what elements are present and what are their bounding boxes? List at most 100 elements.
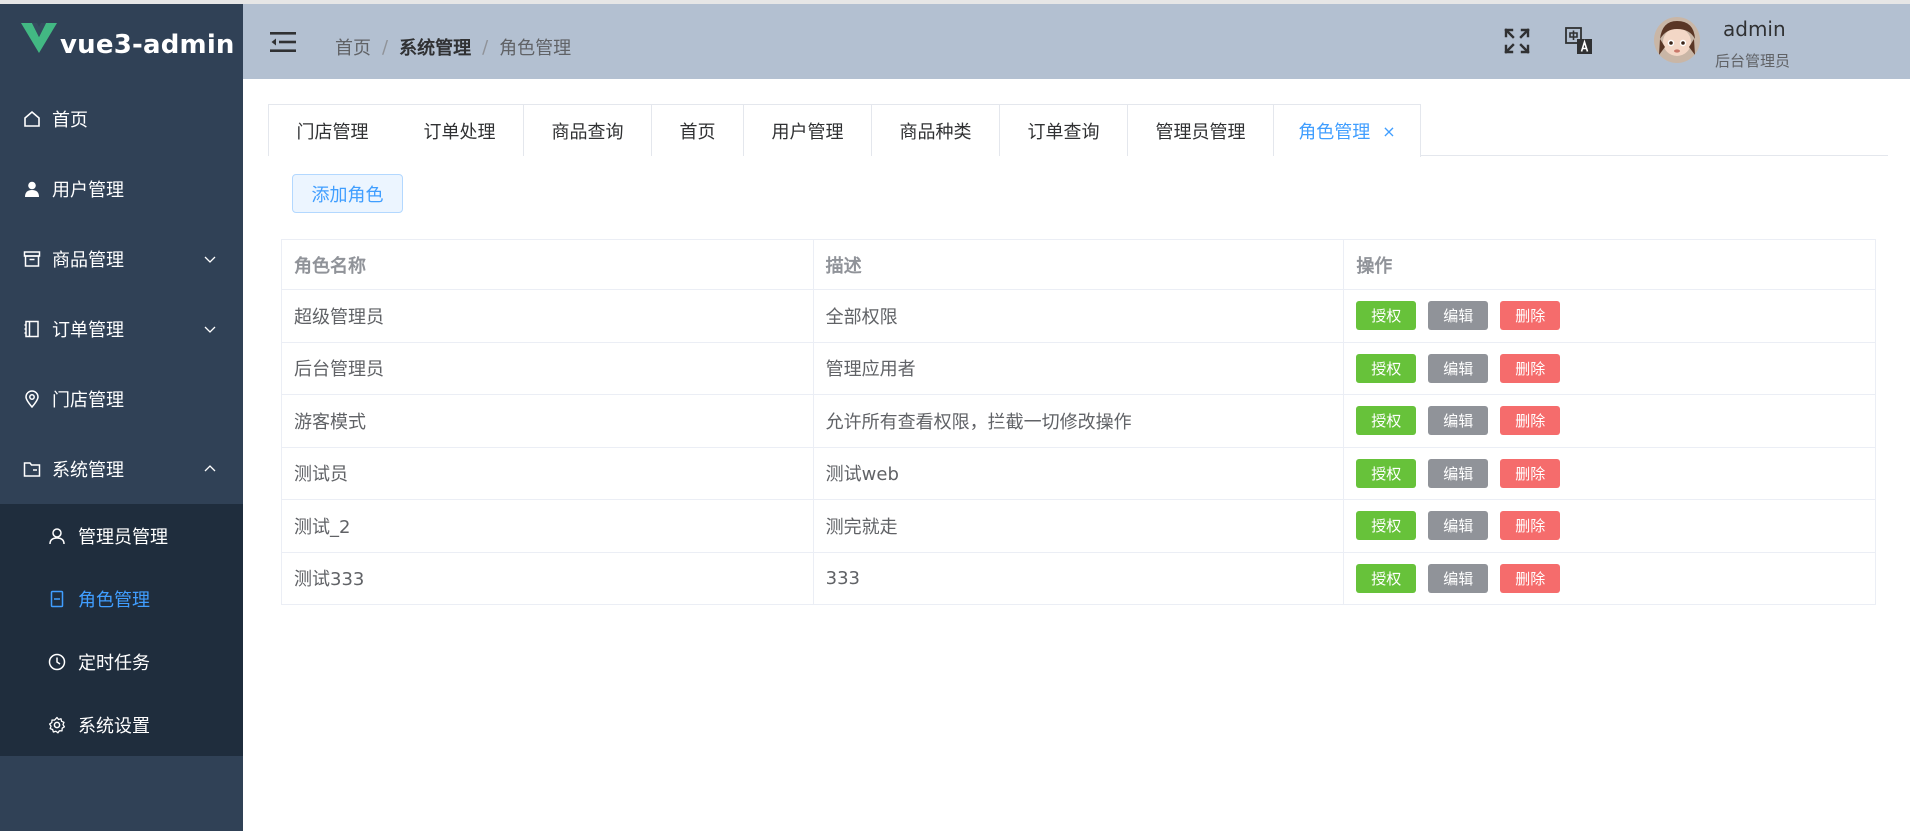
sidebar-item-stores[interactable]: 门店管理 — [0, 364, 243, 434]
role-name-cell: 测试员 — [281, 446, 814, 500]
tab-label: 商品种类 — [899, 121, 972, 143]
chevron-down-icon — [204, 256, 216, 263]
app-root: vue3-admin 首页 用户管理 商品管理 订单管理 门店管理 系统管理 管… — [0, 0, 1910, 831]
avatar[interactable] — [1654, 17, 1700, 63]
breadcrumb-separator: / — [382, 36, 389, 58]
tab-admins[interactable]: 管理员管理 — [1128, 104, 1274, 156]
breadcrumb: 首页 / 系统管理 / 角色管理 — [335, 34, 571, 60]
tab-order-query[interactable]: 订单查询 — [1000, 104, 1128, 156]
language-icon[interactable] — [1564, 26, 1594, 56]
tab-goods-category[interactable]: 商品种类 — [872, 104, 1000, 156]
edit-button[interactable]: 编辑 — [1428, 353, 1489, 383]
add-role-button[interactable]: 添加角色 — [292, 174, 403, 213]
clock-icon — [47, 652, 67, 672]
sidebar-item-label: 门店管理 — [52, 390, 124, 411]
fullscreen-icon[interactable] — [1502, 26, 1532, 56]
grant-button[interactable]: 授权 — [1356, 301, 1417, 331]
role-name-cell: 测试333 — [281, 551, 814, 605]
gear-icon — [47, 715, 67, 735]
roles-table: 角色名称 描述 操作 超级管理员 全部权限 授权 编辑 删除 后台管理员 管理应用者… — [281, 239, 1876, 605]
edit-button[interactable]: 编辑 — [1428, 301, 1489, 331]
sidebar-item-orders[interactable]: 订单管理 — [0, 294, 243, 364]
column-header-actions: 操作 — [1343, 239, 1876, 290]
edit-button[interactable]: 编辑 — [1428, 563, 1489, 593]
sidebar-item-goods[interactable]: 商品管理 — [0, 224, 243, 294]
sidebar-item-home[interactable]: 首页 — [0, 84, 243, 154]
sidebar-item-system[interactable]: 系统管理 — [0, 434, 243, 504]
breadcrumb-home[interactable]: 首页 — [335, 34, 371, 60]
tab-label: 角色管理 — [1298, 122, 1371, 143]
sidebar-item-label: 用户管理 — [52, 180, 124, 201]
grant-button[interactable]: 授权 — [1356, 406, 1417, 436]
grant-button[interactable]: 授权 — [1356, 511, 1417, 541]
tickets-icon — [47, 589, 67, 609]
sidebar-item-label: 角色管理 — [78, 589, 150, 611]
sidebar-item-label: 首页 — [52, 110, 88, 131]
sidebar-item-label: 系统设置 — [78, 715, 150, 737]
notebook-icon — [22, 319, 42, 339]
delete-button[interactable]: 删除 — [1500, 353, 1561, 383]
delete-button[interactable]: 删除 — [1500, 301, 1561, 331]
close-icon[interactable]: × — [1382, 122, 1395, 141]
folder-icon — [22, 459, 42, 479]
sidebar: vue3-admin 首页 用户管理 商品管理 订单管理 门店管理 系统管理 管… — [0, 0, 243, 831]
sidebar-item-roles[interactable]: 角色管理 — [0, 567, 243, 630]
tab-users[interactable]: 用户管理 — [744, 104, 872, 156]
user-role: 后台管理员 — [1715, 52, 1791, 70]
collapse-menu-icon[interactable] — [270, 30, 298, 54]
tab-stores[interactable]: 门店管理 — [268, 104, 397, 156]
tab-goods-query[interactable]: 商品查询 — [524, 104, 652, 156]
role-desc-cell: 测试web — [812, 446, 1345, 500]
tab-label: 首页 — [679, 121, 716, 143]
delete-button[interactable]: 删除 — [1500, 458, 1561, 488]
role-name-cell: 游客模式 — [281, 394, 814, 448]
chevron-up-icon — [204, 465, 216, 472]
edit-button[interactable]: 编辑 — [1428, 458, 1489, 488]
edit-button[interactable]: 编辑 — [1428, 511, 1489, 541]
user-outline-icon — [47, 526, 67, 546]
table-row: 后台管理员 管理应用者 授权 编辑 删除 — [281, 341, 1876, 395]
user-name[interactable]: admin — [1723, 17, 1786, 41]
table-row: 测试333 333 授权 编辑 删除 — [281, 551, 1876, 605]
role-desc-cell: 允许所有查看权限，拦截一切修改操作 — [812, 394, 1345, 448]
delete-button[interactable]: 删除 — [1500, 406, 1561, 436]
breadcrumb-system[interactable]: 系统管理 — [399, 34, 471, 60]
table-row: 超级管理员 全部权限 授权 编辑 删除 — [281, 289, 1876, 343]
edit-button[interactable]: 编辑 — [1428, 406, 1489, 436]
top-border — [0, 0, 1910, 4]
logo[interactable]: vue3-admin — [0, 4, 243, 80]
actions-cell: 授权 编辑 删除 — [1343, 499, 1876, 553]
tab-label: 订单处理 — [423, 121, 496, 143]
grant-button[interactable]: 授权 — [1356, 563, 1417, 593]
tab-label: 商品查询 — [551, 121, 624, 143]
table-row: 测试_2 测完就走 授权 编辑 删除 — [281, 499, 1876, 553]
sidebar-item-timed-tasks[interactable]: 定时任务 — [0, 630, 243, 693]
sidebar-item-settings[interactable]: 系统设置 — [0, 693, 243, 756]
table-row: 游客模式 允许所有查看权限，拦截一切修改操作 授权 编辑 删除 — [281, 394, 1876, 448]
sidebar-item-users[interactable]: 用户管理 — [0, 154, 243, 224]
sidebar-item-label: 系统管理 — [52, 460, 124, 481]
sidebar-menu: 首页 用户管理 商品管理 订单管理 门店管理 系统管理 管理员管理 角色管理 定… — [0, 84, 243, 756]
actions-cell: 授权 编辑 删除 — [1343, 446, 1876, 500]
tab-roles[interactable]: 角色管理 × — [1274, 104, 1421, 157]
top-header: 首页 / 系统管理 / 角色管理 admin 后台管理员 — [243, 4, 1910, 79]
home-icon — [22, 109, 42, 129]
box-icon — [22, 249, 42, 269]
tab-label: 门店管理 — [296, 121, 369, 143]
table-row: 测试员 测试web 授权 编辑 删除 — [281, 446, 1876, 500]
column-header-role-name: 角色名称 — [281, 239, 814, 290]
grant-button[interactable]: 授权 — [1356, 353, 1417, 383]
actions-cell: 授权 编辑 删除 — [1343, 394, 1876, 448]
tab-order-processing[interactable]: 订单处理 — [396, 104, 524, 156]
delete-button[interactable]: 删除 — [1500, 563, 1561, 593]
sidebar-item-admins[interactable]: 管理员管理 — [0, 504, 243, 567]
role-desc-cell: 全部权限 — [812, 289, 1345, 343]
actions-cell: 授权 编辑 删除 — [1343, 551, 1876, 605]
delete-button[interactable]: 删除 — [1500, 511, 1561, 541]
vue-logo-icon — [21, 23, 57, 53]
role-name-cell: 超级管理员 — [281, 289, 814, 343]
role-desc-cell: 333 — [812, 551, 1345, 605]
sidebar-item-label: 管理员管理 — [78, 526, 168, 548]
grant-button[interactable]: 授权 — [1356, 458, 1417, 488]
tab-home[interactable]: 首页 — [652, 104, 744, 156]
